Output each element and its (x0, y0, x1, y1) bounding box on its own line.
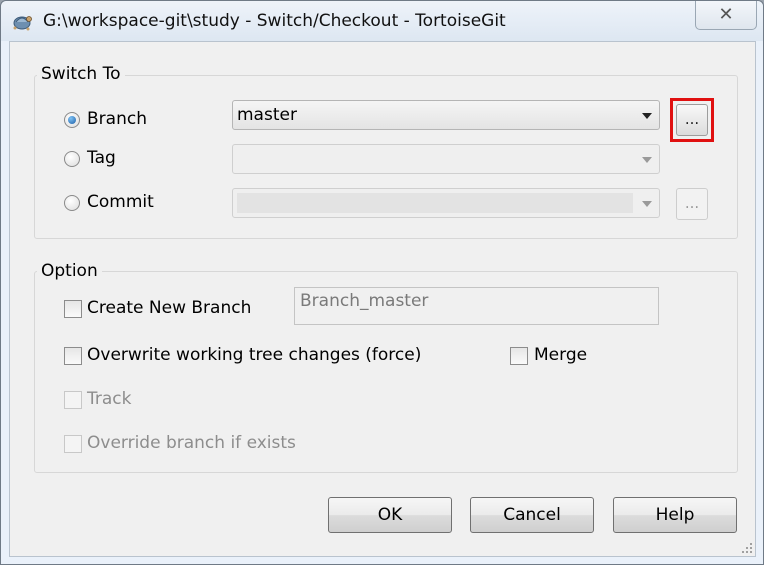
commit-input[interactable] (237, 193, 633, 213)
chevron-down-icon[interactable] (642, 201, 652, 207)
new-branch-name-field: Branch_master (294, 287, 659, 325)
track-checkbox[interactable] (64, 391, 82, 409)
commit-label[interactable]: Commit (87, 192, 154, 212)
window-title: G:\workspace-git\study - Switch/Checkout… (43, 11, 506, 31)
help-button[interactable]: Help (613, 497, 737, 533)
tag-label[interactable]: Tag (87, 148, 116, 168)
tag-radio[interactable] (64, 151, 80, 167)
create-new-branch-label[interactable]: Create New Branch (87, 298, 251, 318)
tortoisegit-icon (13, 16, 32, 31)
close-icon[interactable]: ✕ (718, 4, 733, 25)
commit-combobox[interactable] (232, 188, 660, 218)
override-branch-label: Override branch if exists (87, 433, 296, 453)
title-bar[interactable]: G:\workspace-git\study - Switch/Checkout… (1, 1, 763, 41)
branch-browse-button[interactable]: ... (676, 104, 708, 136)
close-button[interactable]: ✕ (695, 1, 757, 30)
override-branch-checkbox[interactable] (64, 435, 82, 453)
branch-radio[interactable] (64, 112, 80, 128)
track-label: Track (87, 389, 132, 409)
chevron-down-icon[interactable] (642, 113, 652, 119)
overwrite-label[interactable]: Overwrite working tree changes (force) (87, 345, 421, 365)
resize-grip-icon[interactable] (741, 542, 753, 554)
branch-combobox-value: master (237, 105, 297, 125)
tag-combobox[interactable] (232, 144, 660, 174)
commit-radio[interactable] (64, 195, 80, 211)
dialog-window: G:\workspace-git\study - Switch/Checkout… (0, 0, 764, 565)
merge-label[interactable]: Merge (534, 345, 587, 365)
chevron-down-icon[interactable] (642, 157, 652, 163)
option-group-label: Option (37, 261, 102, 281)
branch-label[interactable]: Branch (87, 109, 147, 129)
ok-button[interactable]: OK (328, 497, 452, 533)
merge-checkbox[interactable] (510, 347, 528, 365)
create-new-branch-checkbox[interactable] (64, 300, 82, 318)
switch-to-group-label: Switch To (37, 64, 125, 84)
new-branch-name-value: Branch_master (300, 291, 429, 311)
overwrite-checkbox[interactable] (64, 347, 82, 365)
dialog-client-area: Switch To Branch master ... Tag Commit .… (9, 41, 756, 557)
commit-browse-button[interactable]: ... (676, 188, 708, 220)
branch-combobox[interactable]: master (232, 100, 660, 130)
cancel-button[interactable]: Cancel (470, 497, 594, 533)
